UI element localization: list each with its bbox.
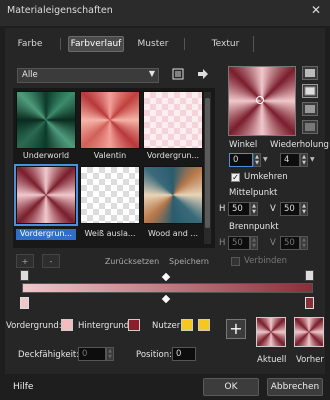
center-v-input[interactable]: 50 — [280, 202, 300, 216]
background-swatch[interactable] — [128, 319, 140, 331]
thumb-label: Weiß ausla... — [84, 229, 136, 238]
opacity-stop-right[interactable] — [305, 270, 314, 281]
tab-separator — [184, 38, 185, 50]
opacity-input[interactable]: 0 — [78, 347, 106, 361]
gradient-thumb-valentin[interactable] — [80, 91, 140, 149]
library-icon[interactable] — [172, 68, 184, 80]
gradient-thumb-vordergrund-2[interactable] — [14, 164, 78, 226]
focal-v-label: V — [270, 238, 276, 248]
help-link[interactable]: Hilfe — [13, 382, 33, 392]
remove-gradient-button[interactable]: - — [42, 254, 60, 268]
center-point-handle[interactable] — [256, 96, 264, 104]
tab-muster[interactable]: Muster — [132, 36, 174, 52]
thumb-label: Vordergrun... — [146, 151, 200, 160]
invert-checkbox[interactable]: ✓ — [231, 173, 240, 182]
gradient-thumb-vordergrund-1[interactable] — [143, 91, 203, 149]
user-swatch-1[interactable] — [181, 319, 193, 331]
repeat-label: Wiederholung — [270, 140, 329, 150]
focal-h-stepper[interactable]: ▲ ▼ — [250, 236, 258, 250]
ok-button[interactable]: OK — [203, 378, 259, 396]
background-label: Hintergrund: — [78, 321, 132, 331]
radial-style-button[interactable] — [302, 120, 318, 134]
position-label: Position: — [136, 350, 172, 360]
angle-label: Winkel — [229, 140, 258, 150]
focal-v-stepper[interactable]: ▲ ▼ — [300, 236, 308, 250]
previous-label: Vorher — [296, 355, 324, 365]
thumb-label: Valentin — [93, 151, 127, 160]
category-dropdown-value: Alle — [22, 70, 38, 80]
sunburst-style-button[interactable] — [302, 102, 318, 116]
category-dropdown[interactable]: Alle ▼ — [17, 68, 159, 83]
opacity-label: Deckfähigkeit: — [18, 350, 80, 360]
gradient-bar[interactable] — [22, 283, 313, 293]
link-checkbox[interactable] — [231, 257, 240, 266]
color-stop-right[interactable] — [305, 297, 314, 309]
invert-label: Umkehren — [244, 172, 288, 182]
foreground-label: Vordergrund: — [6, 321, 62, 331]
tab-farbverlauf[interactable]: Farbverlauf — [68, 36, 124, 52]
tab-farbe[interactable]: Farbe — [10, 36, 50, 52]
gradient-thumb-wood[interactable] — [143, 166, 203, 224]
window-title: Materialeigenschaften — [7, 5, 113, 16]
previous-swatch[interactable] — [294, 317, 324, 347]
focal-label: Brennpunkt — [229, 222, 279, 232]
center-v-label: V — [270, 204, 276, 214]
link-label: Verbinden — [244, 256, 288, 266]
chevron-down-icon[interactable]: ▼ — [310, 156, 315, 163]
focal-h-label: H — [219, 238, 226, 248]
user-label: Nutzer: — [152, 321, 183, 331]
title-bar: Materialeigenschaften ✕ — [0, 0, 330, 26]
reset-button[interactable]: Zurücksetzen — [103, 254, 161, 268]
close-icon[interactable]: ✕ — [311, 3, 321, 17]
current-swatch[interactable] — [256, 317, 286, 347]
position-input[interactable]: 0 — [172, 347, 196, 361]
opacity-stop-left[interactable] — [20, 270, 29, 281]
focal-h-input[interactable]: 50 — [228, 236, 250, 250]
cancel-button[interactable]: Abbrechen — [267, 378, 323, 396]
gradient-thumb-underworld[interactable] — [16, 91, 76, 149]
arrow-right-icon[interactable] — [197, 68, 209, 80]
thumb-label: Underworld — [22, 151, 70, 160]
add-stop-button[interactable]: + — [226, 319, 246, 339]
rectangular-style-button[interactable] — [302, 84, 318, 98]
current-label: Aktuell — [257, 355, 287, 365]
scrollbar-thumb[interactable] — [205, 98, 210, 228]
save-button[interactable]: Speichern — [164, 254, 214, 268]
thumb-label: Vordergrun... — [16, 229, 76, 240]
center-v-stepper[interactable]: ▲ ▼ — [300, 202, 308, 216]
chevron-down-icon[interactable]: ▼ — [263, 156, 268, 163]
gradient-thumb-weiss[interactable] — [80, 166, 140, 224]
tab-separator — [60, 38, 61, 50]
chevron-down-icon: ▼ — [148, 69, 155, 78]
opacity-stepper[interactable]: ▲ ▼ — [106, 347, 114, 361]
focal-v-input[interactable]: 50 — [280, 236, 300, 250]
angle-stepper[interactable]: ▲ ▼ — [253, 153, 261, 167]
foreground-swatch[interactable] — [61, 319, 73, 331]
repeat-stepper[interactable]: ▲ ▼ — [300, 153, 308, 167]
tab-textur[interactable]: Textur — [198, 36, 254, 52]
library-scrollbar[interactable] — [204, 92, 211, 244]
color-stop-left[interactable] — [20, 297, 29, 309]
thumb-label: Wood and ... — [147, 229, 199, 238]
linear-style-button[interactable] — [302, 66, 318, 80]
center-h-label: H — [219, 204, 226, 214]
center-label: Mittelpunkt — [229, 188, 278, 198]
add-gradient-button[interactable]: + — [16, 254, 34, 268]
angle-input[interactable]: 0 — [229, 153, 253, 167]
center-h-input[interactable]: 50 — [228, 202, 250, 216]
repeat-input[interactable]: 4 — [280, 153, 300, 167]
center-h-stepper[interactable]: ▲ ▼ — [250, 202, 258, 216]
user-swatch-2[interactable] — [198, 319, 210, 331]
